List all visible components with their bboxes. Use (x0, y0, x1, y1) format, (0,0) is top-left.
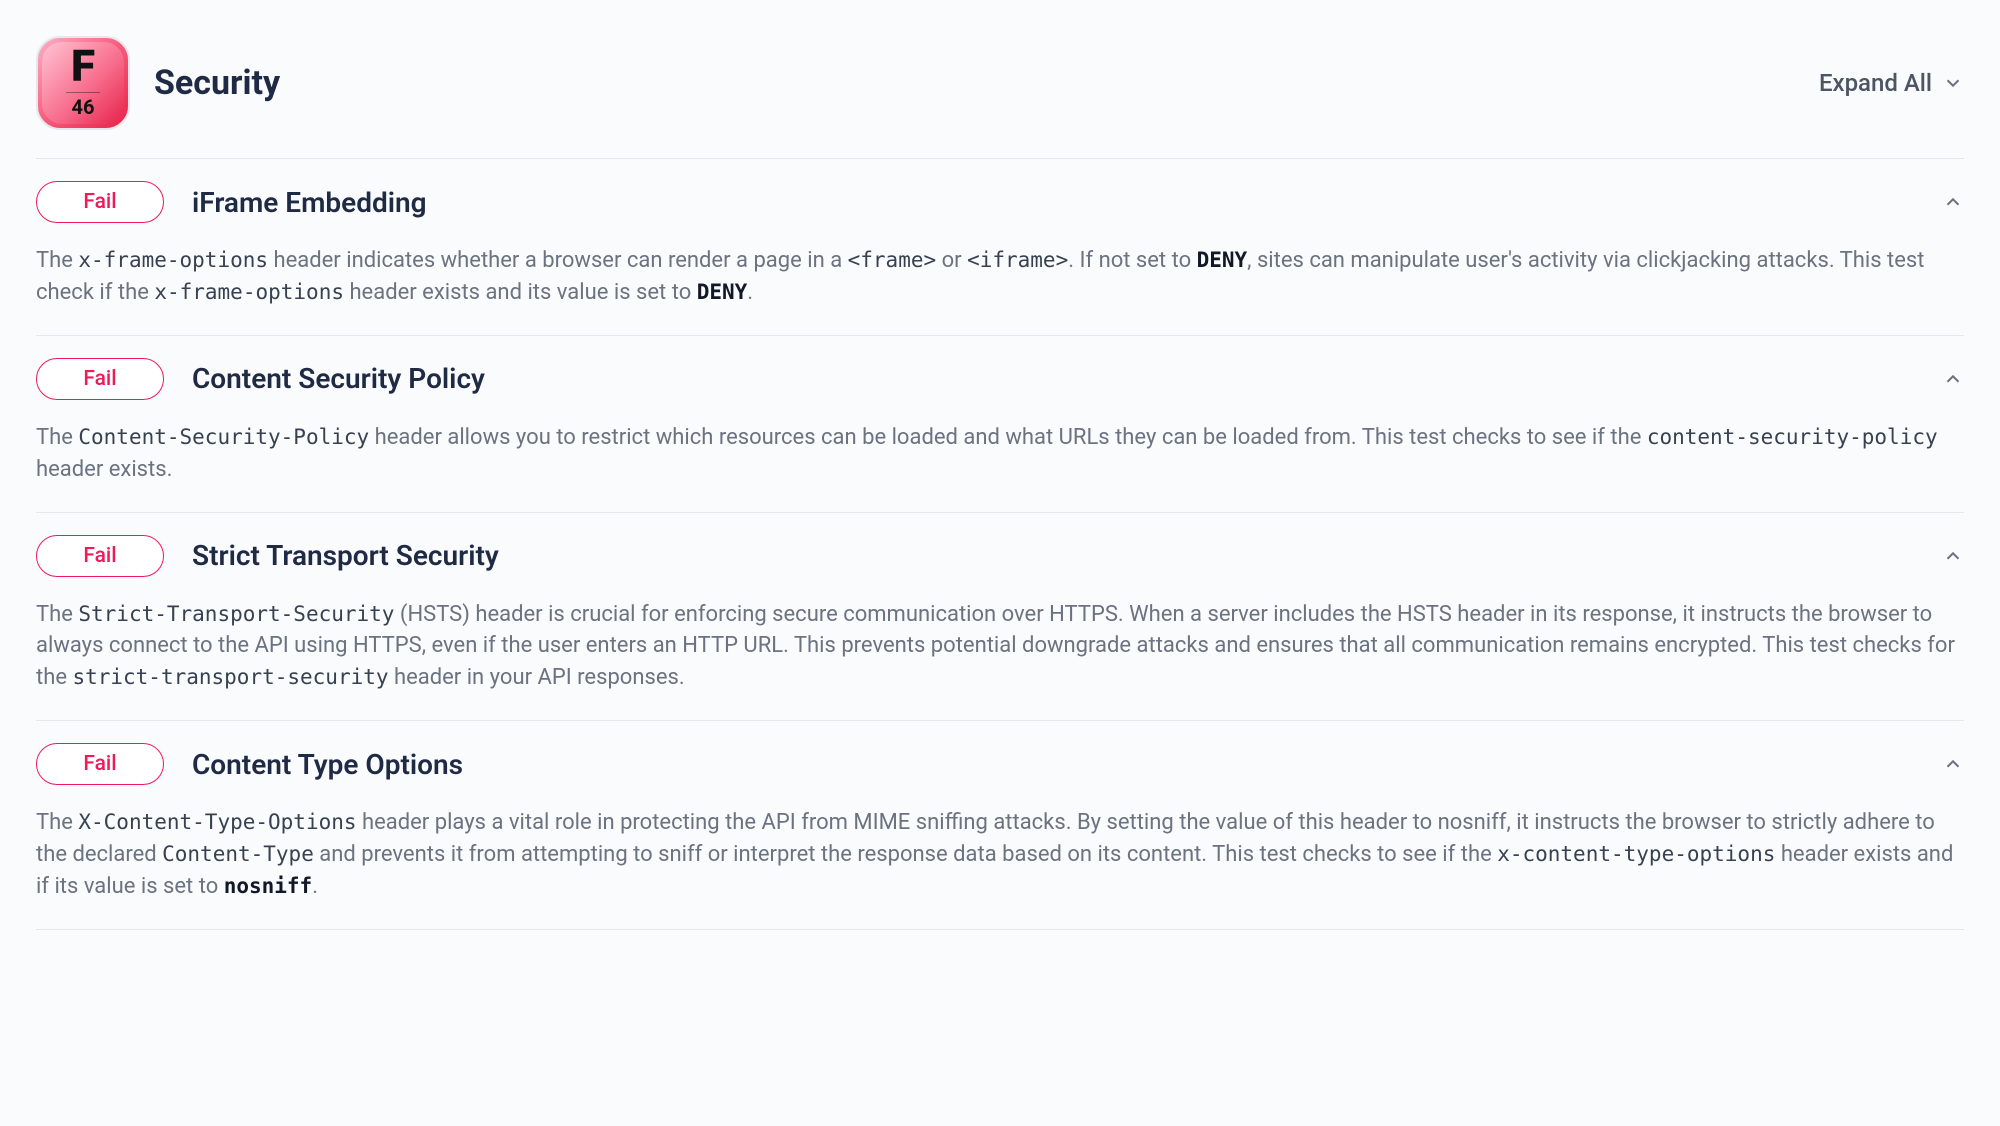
security-item: Fail Content Security Policy The Content-S… (36, 336, 1964, 513)
status-pill: Fail (36, 743, 164, 785)
item-header-left: Fail Content Type Options (36, 743, 463, 785)
chevron-up-icon (1942, 753, 1964, 775)
item-description: The x-frame-options header indicates whe… (36, 245, 1964, 309)
item-header[interactable]: Fail Content Type Options (36, 743, 1964, 785)
item-description: The X-Content-Type-Options header plays … (36, 807, 1964, 903)
expand-all-label: Expand All (1819, 69, 1932, 97)
items-list: Fail iFrame Embedding The x-frame-options … (36, 159, 1964, 930)
security-item: Fail Content Type Options The X-Content-Ty… (36, 721, 1964, 930)
chevron-up-icon (1942, 368, 1964, 390)
header-left: F 46 Security (36, 36, 280, 130)
grade-letter: F (71, 44, 95, 88)
status-pill: Fail (36, 358, 164, 400)
item-description: The Content-Security-Policy header allow… (36, 422, 1964, 486)
status-pill: Fail (36, 535, 164, 577)
section-header: F 46 Security Expand All (36, 36, 1964, 159)
grade-badge: F 46 (36, 36, 130, 130)
item-header[interactable]: Fail Content Security Policy (36, 358, 1964, 400)
chevron-up-icon (1942, 545, 1964, 567)
item-title: Content Security Policy (192, 362, 485, 395)
security-item: Fail iFrame Embedding The x-frame-options … (36, 159, 1964, 336)
item-header-left: Fail Strict Transport Security (36, 535, 499, 577)
item-title: Strict Transport Security (192, 539, 499, 572)
expand-all-button[interactable]: Expand All (1819, 69, 1964, 97)
item-header-left: Fail iFrame Embedding (36, 181, 427, 223)
chevron-up-icon (1942, 191, 1964, 213)
grade-score: 46 (66, 92, 100, 119)
item-title: Content Type Options (192, 748, 463, 781)
item-description: The Strict-Transport-Security (HSTS) hea… (36, 599, 1964, 695)
chevron-down-icon (1942, 72, 1964, 94)
item-title: iFrame Embedding (192, 186, 427, 219)
item-header[interactable]: Fail Strict Transport Security (36, 535, 1964, 577)
status-pill: Fail (36, 181, 164, 223)
security-item: Fail Strict Transport Security The Strict-… (36, 513, 1964, 722)
item-header[interactable]: Fail iFrame Embedding (36, 181, 1964, 223)
item-header-left: Fail Content Security Policy (36, 358, 485, 400)
page-title: Security (154, 63, 280, 103)
